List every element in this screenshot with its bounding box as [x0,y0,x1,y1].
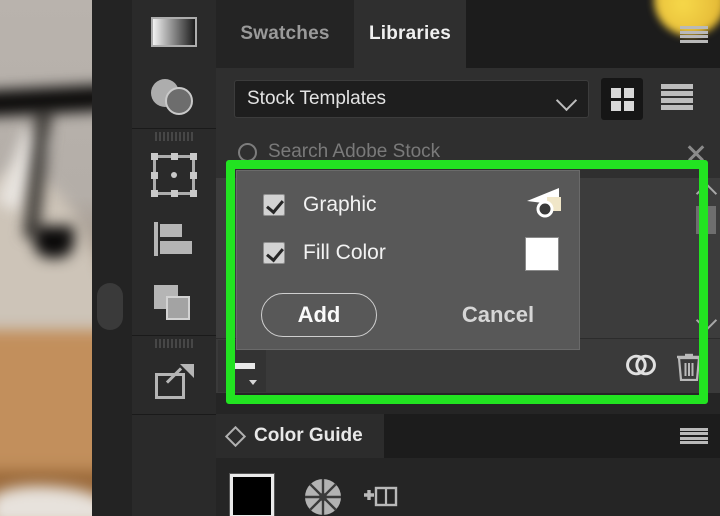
dock-item-align[interactable] [132,207,216,271]
library-dropdown-value: Stock Templates [247,88,387,109]
tab-swatches[interactable]: Swatches [216,0,354,68]
diamond-icon [224,425,247,447]
transparency-icon [151,79,197,115]
color-wheel-icon[interactable] [304,478,342,516]
export-icon [155,364,194,399]
tab-color-guide[interactable]: Color Guide [216,414,384,458]
dock-item-export[interactable] [132,350,216,414]
panel-tabbar: Swatches Libraries [216,0,720,68]
grid-view-button[interactable] [601,78,643,120]
color-guide-tabbar-rest [384,414,720,458]
base-color-swatch[interactable] [229,473,275,516]
dock-item-gradient[interactable] [132,0,216,64]
highlight-box [226,160,708,404]
color-guide-title: Color Guide [254,425,363,446]
hamburger-menu-icon[interactable] [680,26,708,43]
app-window: Swatches Libraries Stock Templates Searc… [0,0,720,516]
tab-libraries[interactable]: Libraries [354,0,466,68]
panel-drag-handle[interactable] [97,283,123,330]
dock-group-grip-2[interactable] [132,336,216,350]
color-guide-panel: Color Guide [216,414,720,516]
list-view-button[interactable] [661,84,693,110]
library-selector-bar: Stock Templates [216,68,720,130]
pathfinder-icon [154,285,194,321]
gradient-icon [151,17,197,47]
icon-dock [132,0,217,516]
dock-group-grip[interactable] [132,129,216,143]
chevron-down-icon [555,89,578,112]
transform-icon [151,153,197,197]
dock-item-transform[interactable] [132,143,216,207]
grid-view-icon [610,87,634,111]
dock-item-pathfinder[interactable] [132,271,216,335]
hamburger-menu-icon[interactable] [680,428,708,444]
library-dropdown[interactable]: Stock Templates [234,80,589,118]
align-icon [154,222,194,256]
add-to-swatches-icon[interactable] [362,482,398,512]
panel-rail [92,0,132,516]
dock-item-transparency[interactable] [132,64,216,128]
